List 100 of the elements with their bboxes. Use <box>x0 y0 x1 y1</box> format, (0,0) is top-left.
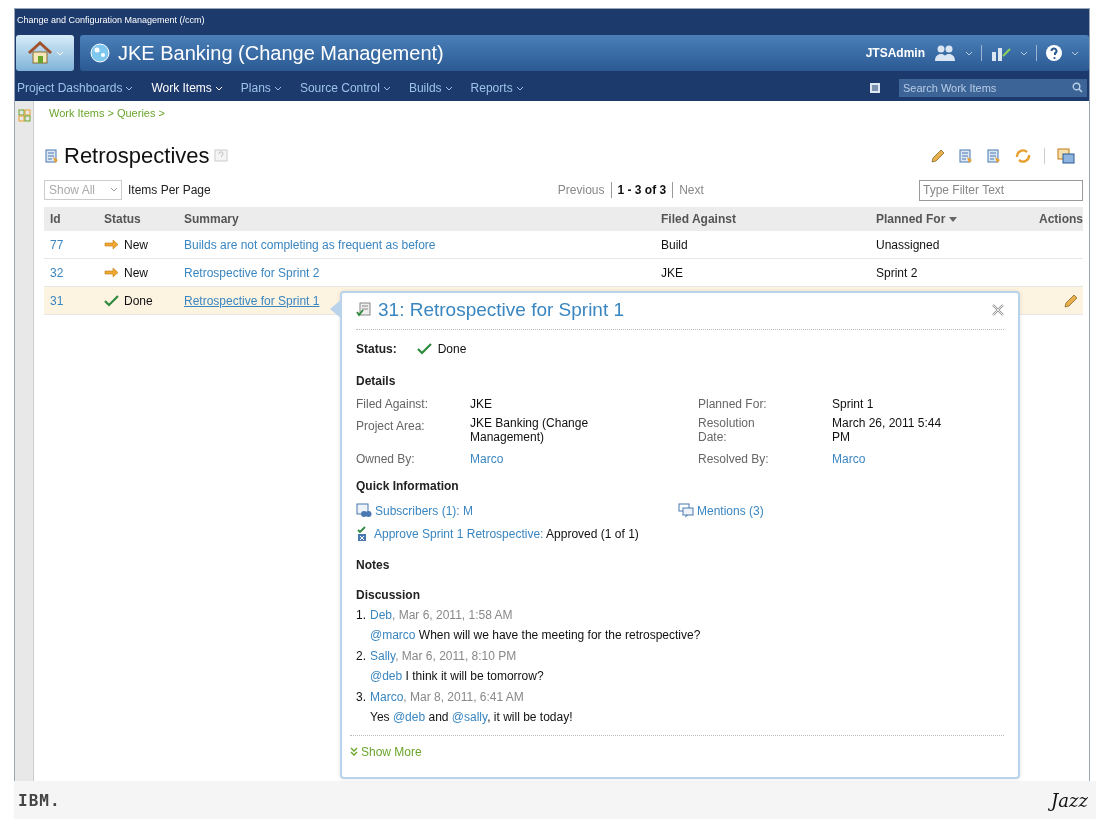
field-value: Sprint 1 <box>832 397 875 411</box>
table-cell-text: Unassigned <box>875 237 941 252</box>
id-link[interactable]: 77 <box>44 237 98 252</box>
user-link[interactable]: Marco <box>470 452 620 466</box>
search-icon <box>1072 82 1083 93</box>
page-title: Retrospectives <box>64 143 210 169</box>
column-header[interactable]: Actions <box>1023 212 1083 226</box>
field-label: Project Area: <box>356 419 426 433</box>
window-icon[interactable] <box>1057 148 1075 164</box>
summary-link[interactable]: Builds are not completing as frequent as before <box>178 237 655 252</box>
edit-query-icon[interactable] <box>958 148 974 164</box>
pencil-icon[interactable] <box>930 148 946 164</box>
company-logo: IBM. <box>18 790 61 810</box>
mention-link[interactable]: @deb <box>370 669 403 683</box>
refresh-icon[interactable] <box>1014 148 1032 164</box>
comment-text: Yes @deb and @sally, it will be today! <box>370 710 573 724</box>
menu-tab[interactable]: Work Items <box>151 81 223 95</box>
previous-link[interactable]: Previous <box>557 183 605 197</box>
column-header[interactable]: Status <box>98 212 178 226</box>
section-heading: Quick Information <box>356 479 460 493</box>
pencil-icon[interactable] <box>1063 292 1079 309</box>
caret-icon <box>515 85 524 91</box>
speech-bubble-icon <box>678 503 694 518</box>
status-value: Done <box>437 342 467 356</box>
field-value: March 26, 2011 5:44 PM <box>832 416 943 444</box>
table-cell-text: Sprint 2 <box>875 265 919 280</box>
menu-tab[interactable]: Plans <box>240 81 282 95</box>
comment-text: @deb I think it will be tomorrow? <box>370 669 544 683</box>
caret-icon <box>1020 50 1028 56</box>
mention-link[interactable]: @deb <box>392 710 426 724</box>
caret-icon <box>1071 50 1079 56</box>
query-icon[interactable] <box>44 148 60 164</box>
close-icon[interactable] <box>992 304 1004 316</box>
field-label: Planned For: <box>698 397 768 411</box>
section-heading: Discussion <box>356 588 422 602</box>
field-value: JKE <box>470 397 493 411</box>
status-cell: Done <box>98 293 178 308</box>
field-label: Resolved By: <box>698 452 770 466</box>
filter-field[interactable]: Type Filter Text <box>919 179 1083 201</box>
mention-link[interactable]: @marco <box>370 628 416 642</box>
approval-text: Approve Sprint 1 Retrospective: Approved (1 of 1) <box>374 527 639 541</box>
caret-icon <box>214 85 223 91</box>
user-name[interactable]: JTSAdmin <box>865 46 925 60</box>
menu-tab[interactable]: Reports <box>470 81 524 95</box>
work-item-icon <box>356 302 372 318</box>
status-cell: New <box>98 265 178 280</box>
user-link[interactable]: Marco <box>832 452 962 466</box>
chevron-icon <box>350 747 358 756</box>
subscribers-link[interactable]: Subscribers (1): M <box>356 503 678 518</box>
section-heading: Details <box>356 374 397 388</box>
popup-title[interactable]: 31: Retrospective for Sprint 1 <box>378 299 625 321</box>
mentions-link[interactable]: Mentions (3) <box>678 503 764 518</box>
comment-number: 1. <box>356 608 367 622</box>
status-cell: New <box>98 237 178 252</box>
caret-icon <box>273 85 282 91</box>
breadcrumb[interactable]: Work Items > Queries > <box>49 107 1083 119</box>
sort-icon <box>949 216 958 222</box>
grid-icon[interactable] <box>17 109 31 122</box>
caret-icon <box>56 50 64 56</box>
caret-icon <box>110 187 118 192</box>
list-icon[interactable] <box>869 82 881 94</box>
help-icon[interactable] <box>1045 44 1063 62</box>
home-button[interactable] <box>16 35 74 71</box>
summary-link[interactable]: Retrospective for Sprint 2 <box>178 265 655 280</box>
column-header[interactable]: Summary <box>178 212 655 226</box>
field-value: JKE Banking (Change Management) <box>470 416 590 444</box>
caret-icon <box>125 85 134 91</box>
check-icon <box>416 343 432 355</box>
column-header[interactable]: Filed Against <box>655 212 870 226</box>
comment-number: 2. <box>356 649 367 663</box>
id-link[interactable]: 31 <box>44 293 98 308</box>
comment-header: Sally, Mar 6, 2011, 8:10 PM <box>370 649 517 663</box>
approval-link[interactable]: Approve Sprint 1 Retrospective: <box>374 527 544 541</box>
subscribers-icon <box>356 503 372 518</box>
arrow-icon <box>104 267 119 278</box>
people-icon[interactable] <box>933 44 957 62</box>
field-label: Resolution Date: <box>698 416 756 444</box>
search-field[interactable]: Search Work Items <box>899 79 1087 97</box>
comment-header: Marco, Mar 8, 2011, 6:41 AM <box>370 690 524 704</box>
run-query-icon[interactable] <box>986 148 1002 164</box>
page-size-select[interactable]: Show All <box>44 180 122 200</box>
check-icon <box>104 294 119 307</box>
comment-text: @marco When will we have the meeting for the retrospective? <box>370 628 701 642</box>
caret-icon <box>965 50 973 56</box>
page-range: 1 - 3 of 3 <box>617 183 667 197</box>
menu-tab[interactable]: Source Control <box>299 81 391 95</box>
menu-tab[interactable]: Project Dashboards <box>17 81 134 95</box>
approval-icon <box>356 526 368 542</box>
author-link[interactable]: Deb <box>370 608 392 622</box>
section-heading: Notes <box>356 558 391 572</box>
column-header[interactable]: Id <box>44 212 98 226</box>
field-label: Owned By: <box>356 452 416 466</box>
window-title: Change and Configuration Management (/ccm) <box>17 15 205 25</box>
id-link[interactable]: 32 <box>44 265 98 280</box>
next-link[interactable]: Next <box>679 183 704 197</box>
menu-tab[interactable]: Builds <box>408 81 453 95</box>
page-size-label: Items Per Page <box>128 183 211 197</box>
column-header[interactable]: Planned For <box>870 212 1023 226</box>
show-more-link[interactable]: Show More <box>350 744 422 759</box>
caret-icon <box>382 85 391 91</box>
